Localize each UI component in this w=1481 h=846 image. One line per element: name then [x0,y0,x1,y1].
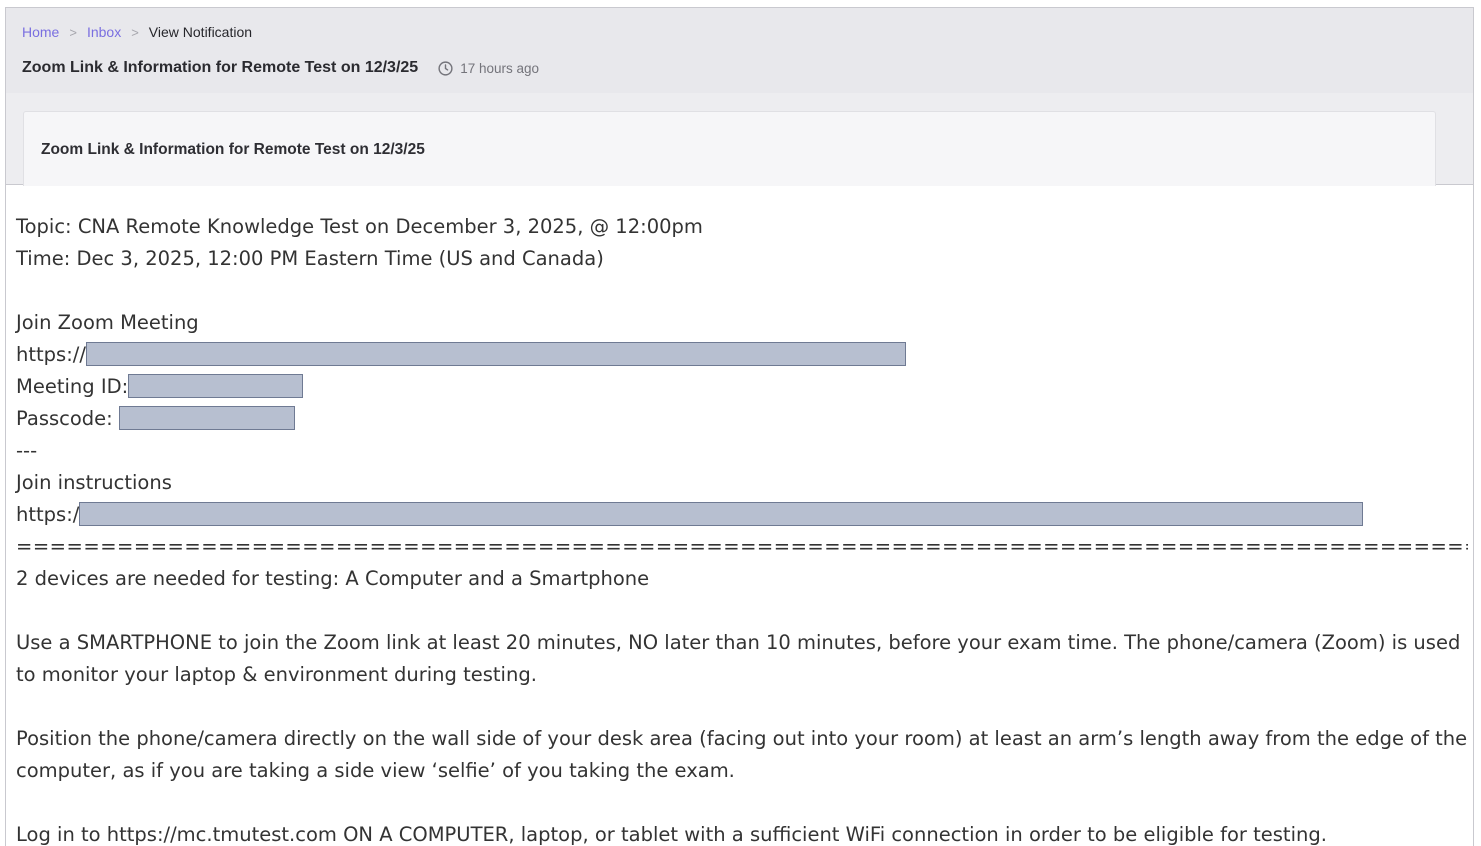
smartphone-paragraph: Use a SMARTPHONE to join the Zoom link a… [16,631,1461,686]
devices-line: 2 devices are needed for testing: A Comp… [16,567,650,590]
chevron-right-icon: > [131,24,139,40]
chevron-right-icon: > [69,24,77,40]
join-zoom-label: Join Zoom Meeting [16,311,199,334]
redacted-passcode [118,406,295,430]
zoom-url-prefix: https:// [16,343,86,366]
passcode-label: Passcode: [16,407,119,430]
instructions-url-prefix: https:/ [16,503,80,526]
page-title: Zoom Link & Information for Remote Test … [22,59,419,76]
breadcrumb-current: View Notification [148,24,253,40]
position-paragraph: Position the phone/camera directly on th… [16,727,1468,782]
passcode-line: Passcode: [16,403,1468,435]
dash-divider: --- [16,439,38,462]
message-card-title: Zoom Link & Information for Remote Test … [41,141,425,158]
zoom-url-line: https:// [16,339,1468,371]
join-instructions-label: Join instructions [16,471,172,494]
notification-header: Home > Inbox > View Notification Zoom Li… [5,7,1474,186]
breadcrumb-home-link[interactable]: Home [22,24,59,40]
redacted-meeting-id [128,374,304,398]
time-line: Time: Dec 3, 2025, 12:00 PM Eastern Time… [16,247,604,270]
time-ago-text: 17 hours ago [460,60,540,76]
redacted-zoom-url [85,342,906,366]
meeting-id-line: Meeting ID: [16,371,1468,403]
login-paragraph: Log in to https://mc.tmutest.com ON A CO… [16,823,1327,846]
timestamp: 17 hours ago [437,60,539,77]
instructions-url-line: https:/ [16,499,1468,531]
equals-divider: ========================================… [16,535,1468,558]
message-body: Topic: CNA Remote Knowledge Test on Dece… [16,211,1468,846]
clock-icon [438,60,453,76]
meeting-id-label: Meeting ID: [16,375,129,398]
breadcrumb-inbox-link[interactable]: Inbox [87,24,121,40]
message-card-header: Zoom Link & Information for Remote Test … [23,111,1436,186]
breadcrumb: Home > Inbox > View Notification [22,24,252,40]
redacted-instructions-url [79,502,1364,526]
title-row: Zoom Link & Information for Remote Test … [22,59,539,77]
topic-line: Topic: CNA Remote Knowledge Test on Dece… [16,215,703,238]
